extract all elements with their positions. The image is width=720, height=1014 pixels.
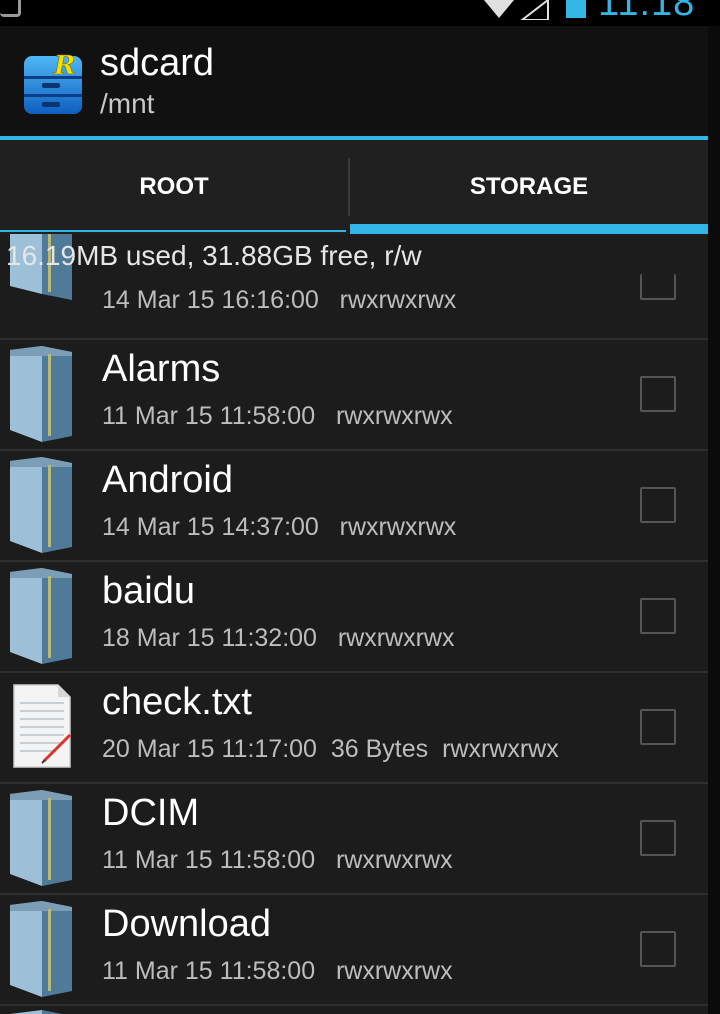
tab-root[interactable]: ROOT [0,140,348,234]
root-explorer-app-icon[interactable]: R [22,52,86,118]
folder-icon [10,790,72,886]
file-name: check.txt [102,681,252,723]
select-checkbox[interactable] [640,487,676,523]
file-name: Download [102,903,271,945]
status-time: 11:18 [598,0,696,24]
list-item[interactable]: DCIM 11 Mar 15 11:58:00 rwxrwxrwx [0,782,708,894]
notification-icon [0,0,21,17]
folder-icon [10,568,72,664]
battery-icon [566,0,586,18]
list-item[interactable]: baidu 18 Mar 15 11:32:00 rwxrwxrwx [0,560,708,672]
folder-icon [10,1010,62,1014]
status-bar: 11:18 [0,0,720,26]
file-name: Alarms [102,348,221,390]
file-meta: 20 Mar 15 11:17:00 36 Bytes rwxrwxrwx [102,735,559,763]
wifi-icon [484,0,514,18]
select-checkbox[interactable] [640,931,676,967]
file-meta: 11 Mar 15 11:58:00 rwxrwxrwx [102,402,453,430]
folder-icon [10,457,72,553]
tab-bar: ROOT STORAGE [0,140,708,234]
tab-storage[interactable]: STORAGE [350,140,708,234]
tab-storage-indicator [350,224,708,234]
file-name: Android [102,459,233,501]
signal-icon [520,0,549,20]
file-meta: 14 Mar 15 14:37:00 rwxrwxrwx [102,513,457,541]
select-checkbox[interactable] [640,709,676,745]
select-checkbox[interactable] [640,598,676,634]
action-bar: R sdcard /mnt [0,26,708,140]
storage-info: 16.19MB used, 31.88GB free, r/w [6,240,422,271]
file-list[interactable]: 16.19MB used, 31.88GB free, r/w 14 Mar 1… [0,234,708,1014]
file-name: baidu [102,570,195,612]
list-item[interactable]: Download 11 Mar 15 11:58:00 rwxrwxrwx [0,893,708,1005]
text-file-icon [13,684,72,768]
file-meta: 18 Mar 15 11:32:00 rwxrwxrwx [102,624,455,652]
select-checkbox[interactable] [640,820,676,856]
select-checkbox[interactable] [640,274,676,300]
folder-icon [10,901,72,997]
file-name: DCIM [102,792,200,834]
folder-title: sdcard [100,42,215,84]
svg-text:R: R [53,52,76,81]
select-checkbox[interactable] [640,376,676,412]
folder-icon [10,346,72,442]
list-item[interactable]: Alarms 11 Mar 15 11:58:00 rwxrwxrwx [0,338,708,450]
folder-path: /mnt [100,88,155,119]
list-item[interactable] [0,1004,708,1014]
list-item[interactable]: check.txt 20 Mar 15 11:17:00 36 Bytes rw… [0,671,708,783]
tab-root-underline [0,230,346,232]
file-meta: 11 Mar 15 11:58:00 rwxrwxrwx [102,846,453,874]
file-meta: 11 Mar 15 11:58:00 rwxrwxrwx [102,957,453,985]
list-item[interactable]: Android 14 Mar 15 14:37:00 rwxrwxrwx [0,449,708,561]
file-meta: 14 Mar 15 16:16:00 rwxrwxrwx [102,286,457,314]
